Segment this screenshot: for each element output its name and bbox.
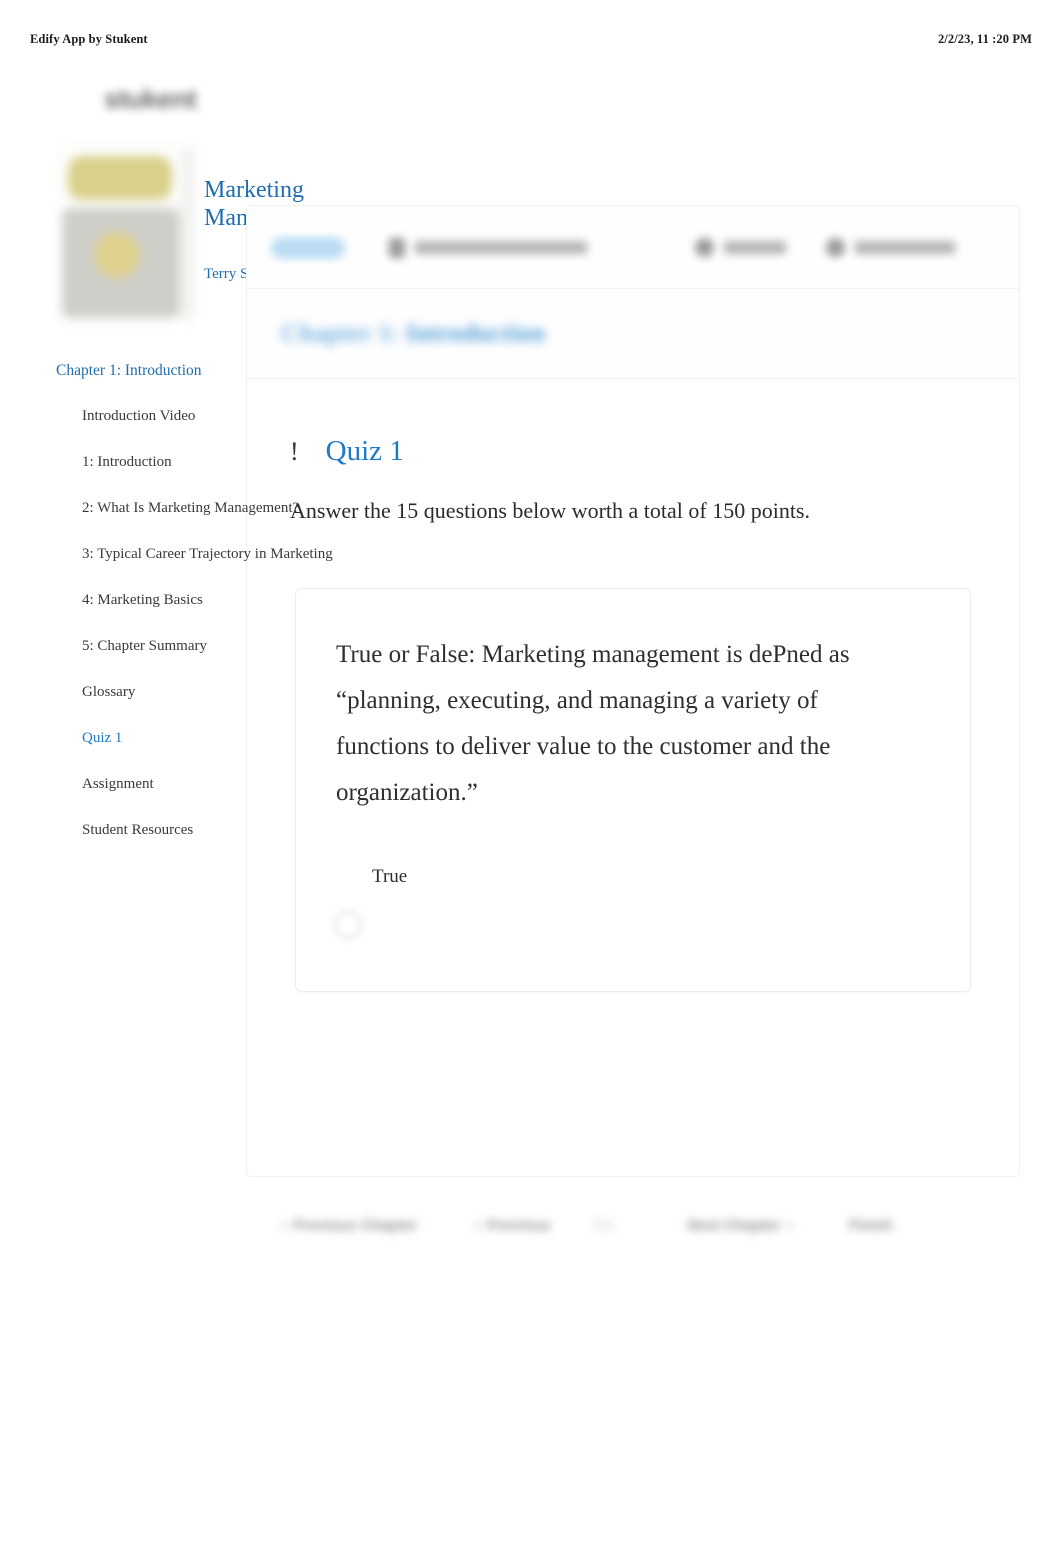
sidebar-item-1-introduction[interactable]: 1: Introduction <box>56 452 246 472</box>
sidebar-item-assignment[interactable]: Assignment <box>56 774 246 794</box>
chevron-right-icon: › <box>787 1216 793 1234</box>
chevron-left-icon-2: ‹ <box>475 1216 481 1234</box>
previous-chapter-button[interactable]: ‹ Previous Chapter <box>281 1217 417 1234</box>
page-indicator: 1/1 <box>592 1216 614 1234</box>
sidebar-heading: Chapter 1: Introduction <box>56 362 202 379</box>
previous-button[interactable]: ‹ Previous <box>475 1217 550 1234</box>
chapter-title-name: Introduction <box>406 319 546 347</box>
cover-band <box>68 156 172 200</box>
quiz-instructions: Answer the 15 questions below worth a to… <box>290 498 810 523</box>
sidebar-item-3-typical-career-trajectory[interactable]: 3: Typical Career Trajectory in Marketin… <box>56 544 333 564</box>
sidebar-item-introduction-video[interactable]: Introduction Video <box>56 406 246 426</box>
quiz-title: Quiz 1 <box>325 435 404 467</box>
stukent-logo: stukent <box>104 84 197 114</box>
next-chapter-label: Next Chapter <box>687 1216 781 1234</box>
sidebar-item-glossary[interactable]: Glossary <box>56 682 246 702</box>
answer-option-true-radio[interactable] <box>334 911 362 939</box>
app-name-label: Edify App by Stukent <box>30 31 148 46</box>
cover-edge <box>182 148 194 318</box>
sidebar-item-quiz-1[interactable]: Quiz 1 <box>56 728 246 748</box>
bottom-navigation-bar: ‹ Previous Chapter ‹ Previous 1/1 Next C… <box>247 1190 1019 1260</box>
sidebar-item-5-chapter-summary[interactable]: 5: Chapter Summary <box>56 636 246 656</box>
search-pill[interactable] <box>271 236 345 259</box>
question-text: True or False: Marketing management is d… <box>336 641 850 806</box>
sidebar-item-2-what-is-marketing-management[interactable]: 2: What Is Marketing Management? <box>56 498 299 518</box>
book-title-line-1: Marketing <box>204 177 304 203</box>
next-chapter-button[interactable]: Next Chapter › <box>687 1217 792 1234</box>
nav-item-grades[interactable] <box>695 238 786 257</box>
sidebar-item-4-marketing-basics[interactable]: 4: Marketing Basics <box>56 590 246 610</box>
chapter-sidebar: Chapter 1: Introduction Introduction Vid… <box>56 362 333 866</box>
gradebook-icon <box>695 238 714 257</box>
nav-item-grades-label <box>724 241 786 254</box>
chapter-title: Chapter 1: Introduction <box>281 320 545 348</box>
finish-button[interactable]: Finish <box>849 1217 893 1234</box>
book-cover-thumbnail <box>56 140 196 325</box>
alert-icon: ! <box>290 437 299 466</box>
cover-dot <box>94 232 140 278</box>
previous-chapter-label: Previous Chapter <box>293 1216 418 1234</box>
print-timestamp: 2/2/23, 11 :20 PM <box>937 31 1032 46</box>
nav-item-select-section[interactable] <box>389 237 587 258</box>
sidebar-item-student-resources[interactable]: Student Resources <box>56 820 246 840</box>
print-header: Edify App by Stukent 2/2/23, 11 :20 PM <box>0 28 1062 50</box>
quiz-heading: ! Quiz 1 <box>290 437 404 466</box>
chapter-title-prefix: Chapter 1: <box>281 319 400 347</box>
answer-option-true-label[interactable]: True <box>372 866 407 888</box>
chapter-title-bar: Chapter 1: Introduction <box>247 289 1019 379</box>
top-navigation-bar <box>247 207 1019 289</box>
nav-item-dashboard-label <box>855 241 955 254</box>
user-icon <box>826 238 845 257</box>
nav-item-dashboard[interactable] <box>826 238 955 257</box>
previous-label: Previous <box>487 1216 551 1234</box>
nav-item-select-section-label <box>415 241 587 254</box>
lock-icon <box>389 237 405 258</box>
chevron-left-icon: ‹ <box>281 1216 286 1234</box>
